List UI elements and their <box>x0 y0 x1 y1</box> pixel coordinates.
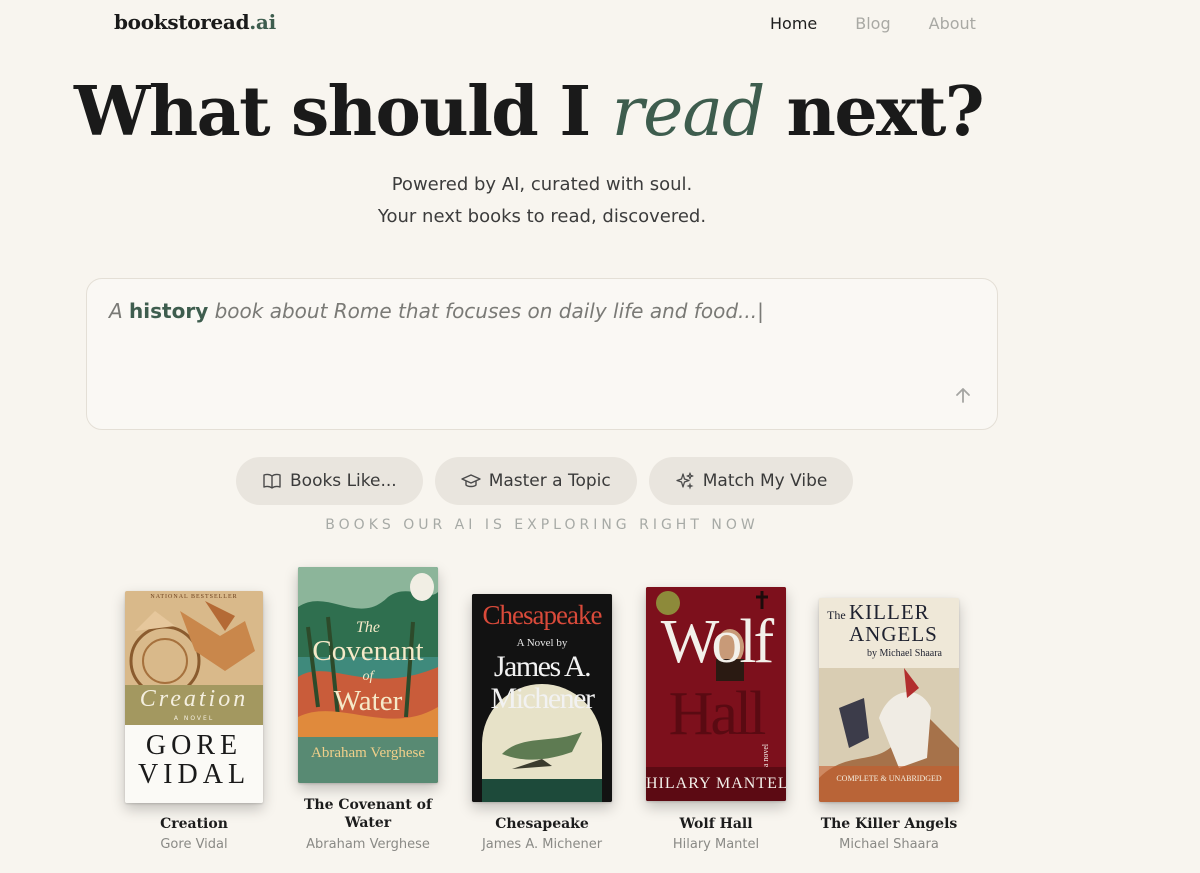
match-vibe-label: Match My Vibe <box>702 471 828 491</box>
brand-suffix: .ai <box>249 10 276 34</box>
hero-subtitle-2: Your next books to read, discovered. <box>377 206 707 227</box>
books-like-button[interactable]: Books Like... <box>236 457 423 505</box>
wolf-hall-cover-line2: Hall <box>668 680 767 748</box>
creation-cover-name1: GORE <box>145 730 243 761</box>
chesapeake-cover-name2: Michener <box>490 682 595 715</box>
hero-title-start: What should I <box>74 72 591 152</box>
nav-blog[interactable]: Blog <box>855 14 890 33</box>
book-title[interactable]: Wolf Hall <box>631 815 801 833</box>
book-author: Hilary Mantel <box>672 837 760 852</box>
killer-angels-cover-line3: ANGELS <box>849 622 938 646</box>
killer-angels-cover-bottom: COMPLETE & UNABRIDGED <box>836 774 942 783</box>
killer-angels-cover-line1: The <box>827 608 846 622</box>
book-author: Gore Vidal <box>160 837 228 852</box>
search-input[interactable]: A history book about Rome that focuses o… <box>86 278 998 430</box>
books-like-label: Books Like... <box>290 471 397 491</box>
creation-cover-name2: VIDAL <box>137 759 251 790</box>
master-topic-label: Master a Topic <box>488 471 611 491</box>
arrow-up-icon <box>956 388 970 403</box>
covenant-cover-line4: Water <box>333 685 403 717</box>
book-author: Abraham Verghese <box>306 837 430 852</box>
search-placeholder: A history book about Rome that focuses o… <box>109 299 764 323</box>
chesapeake-cover-sub: A Novel by <box>516 637 568 649</box>
section-label: BOOKS OUR AI IS EXPLORING RIGHT NOW <box>325 517 759 533</box>
book-author: Michael Shaara <box>839 837 939 852</box>
book-cover-wolf-hall[interactable]: Wolf Hall a novel HILARY MANTEL <box>646 587 786 801</box>
hero-title-accent: read <box>611 73 766 152</box>
nav-home[interactable]: Home <box>770 14 817 33</box>
book-cover-killer-angels[interactable]: The KILLER ANGELS by Michael Shaara COMP… <box>819 598 959 802</box>
chesapeake-cover-name1: James A. <box>493 650 592 683</box>
wolf-hall-cover-line1: Wolf <box>660 608 774 676</box>
covenant-cover-line2: Covenant <box>312 635 424 667</box>
book-open-icon <box>263 473 281 489</box>
chesapeake-cover-top: Chesapeake <box>482 600 603 630</box>
killer-angels-cover-sub: by Michael Shaara <box>867 648 942 659</box>
hero-title: What should I read next? <box>74 66 1034 159</box>
hero-title-end: next? <box>786 72 985 152</box>
covenant-cover-line3: of <box>362 669 374 684</box>
sparkles-icon <box>676 472 694 490</box>
book-title[interactable]: The Killer Angels <box>804 815 974 833</box>
search-rest: book about Rome that focuses on daily li… <box>214 299 764 323</box>
graduation-cap-icon <box>460 474 481 488</box>
master-topic-button[interactable]: Master a Topic <box>434 457 637 505</box>
main-nav: Home Blog About <box>770 14 976 33</box>
creation-cover-sub: A NOVEL <box>173 715 215 722</box>
creation-cover-top: NATIONAL BESTSELLER <box>150 594 238 600</box>
match-vibe-button[interactable]: Match My Vibe <box>648 457 854 505</box>
brand-name: bookstoread <box>114 10 250 34</box>
book-cover-covenant[interactable]: The Covenant of Water Abraham Verghese <box>298 567 438 783</box>
mode-chips: Books Like... Master a Topic Match My Vi… <box>236 457 854 505</box>
creation-cover-band: Creation <box>139 686 249 712</box>
book-author: James A. Michener <box>481 837 603 852</box>
brand-logo[interactable]: bookstoread.ai <box>114 10 276 34</box>
book-cover-chesapeake[interactable]: Chesapeake A Novel by James A. Michener <box>472 594 612 802</box>
submit-button[interactable] <box>951 383 975 407</box>
wolf-hall-cover-name: HILARY MANTEL <box>646 775 786 792</box>
nav-about[interactable]: About <box>929 14 976 33</box>
covenant-cover-name: Abraham Verghese <box>311 745 425 761</box>
search-keyword: history <box>129 299 209 323</box>
book-title[interactable]: Creation <box>109 815 279 833</box>
book-title[interactable]: The Covenant of Water <box>283 796 453 832</box>
book-title[interactable]: Chesapeake <box>457 815 627 833</box>
book-cover-creation[interactable]: NATIONAL BESTSELLER Creation A NOVEL GOR… <box>125 591 263 803</box>
search-prefix: A <box>109 299 123 323</box>
hero-subtitle-1: Powered by AI, curated with soul. <box>391 174 693 195</box>
wolf-hall-cover-side: a novel <box>761 743 771 768</box>
